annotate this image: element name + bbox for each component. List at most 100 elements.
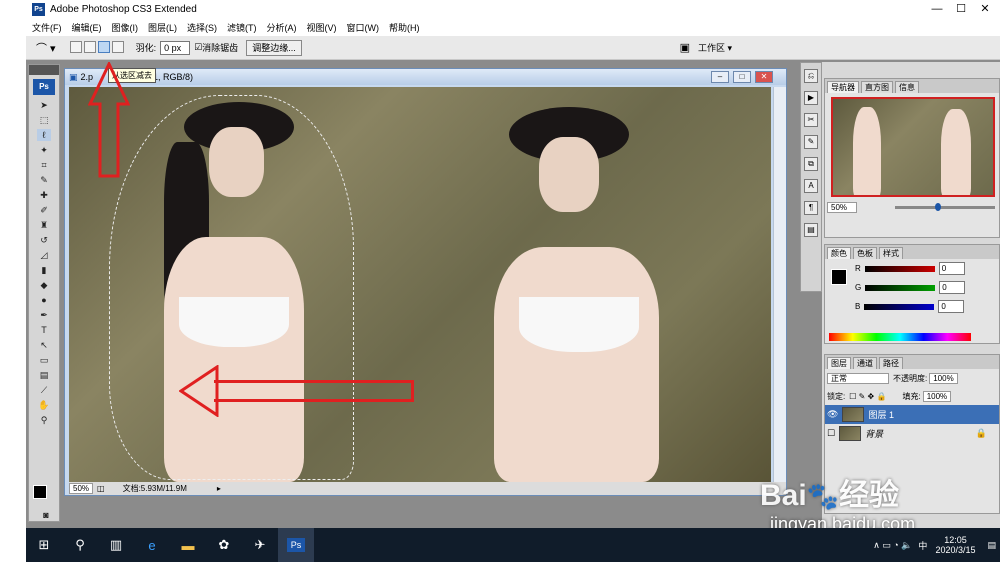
channel-b-input[interactable]: 0 bbox=[938, 300, 965, 313]
subtract-from-selection-button[interactable] bbox=[97, 40, 110, 53]
menu-image[interactable]: 图像(I) bbox=[112, 21, 139, 34]
edge-browser-icon[interactable]: e bbox=[134, 528, 170, 562]
new-selection-button[interactable] bbox=[69, 40, 82, 53]
opacity-input[interactable]: 100% bbox=[929, 372, 958, 384]
navigator-thumbnail[interactable] bbox=[831, 97, 995, 197]
close-button[interactable]: ✕ bbox=[974, 2, 996, 16]
move-tool-icon[interactable]: ➤ bbox=[37, 99, 51, 111]
status-icon[interactable]: ◫ bbox=[97, 484, 105, 493]
marquee-tool-icon[interactable]: ⬚ bbox=[37, 114, 51, 126]
fill-input[interactable]: 100% bbox=[922, 390, 952, 402]
vertical-scrollbar[interactable] bbox=[773, 87, 786, 482]
layer-row-1[interactable]: 👁 图层 1 bbox=[825, 405, 999, 424]
menu-view[interactable]: 视图(V) bbox=[307, 21, 337, 34]
toolbox-header[interactable] bbox=[29, 65, 59, 75]
actions-panel-icon[interactable]: ▶ bbox=[804, 91, 818, 105]
channel-r-slider[interactable] bbox=[864, 265, 935, 272]
file-explorer-icon[interactable]: ▬ bbox=[170, 528, 206, 562]
lasso-tool-preset-icon[interactable]: ⌒ ▾ bbox=[36, 40, 56, 56]
tray-icons[interactable]: ∧ ▭ ◔ 🔈 bbox=[873, 540, 912, 551]
history-brush-icon[interactable]: ↺ bbox=[37, 234, 51, 246]
menu-filter[interactable]: 滤镜(T) bbox=[227, 21, 257, 34]
refine-edge-button[interactable]: 调整边缘... bbox=[246, 39, 302, 56]
channel-r-input[interactable]: 0 bbox=[938, 262, 965, 275]
tab-navigator[interactable]: 导航器 bbox=[827, 81, 859, 93]
history-panel-icon[interactable]: ⎌ bbox=[804, 69, 818, 83]
magic-wand-tool-icon[interactable]: ✦ bbox=[37, 144, 51, 156]
tab-info[interactable]: 信息 bbox=[895, 81, 919, 93]
menu-edit[interactable]: 编辑(E) bbox=[72, 21, 102, 34]
menu-help[interactable]: 帮助(H) bbox=[389, 21, 420, 34]
tab-swatches[interactable]: 色板 bbox=[853, 247, 877, 259]
doc-maximize-button[interactable]: □ bbox=[733, 71, 751, 83]
zoom-field[interactable]: 50% bbox=[69, 483, 94, 494]
image-canvas[interactable] bbox=[69, 87, 771, 482]
menu-analysis[interactable]: 分析(A) bbox=[267, 21, 297, 34]
slice-tool-icon[interactable]: ✎ bbox=[37, 174, 51, 186]
navigator-zoom-field[interactable]: 50% bbox=[827, 202, 857, 213]
clone-source-icon[interactable]: ⧉ bbox=[804, 157, 818, 171]
tab-layers[interactable]: 图层 bbox=[827, 357, 851, 369]
quick-mask-icon[interactable]: ◙ bbox=[39, 509, 53, 521]
maximize-button[interactable]: ☐ bbox=[950, 2, 972, 16]
add-to-selection-button[interactable] bbox=[83, 40, 96, 53]
doc-minimize-button[interactable]: – bbox=[711, 71, 729, 83]
blend-mode-select[interactable]: 正常 bbox=[827, 372, 889, 384]
paragraph-panel-icon[interactable]: ¶ bbox=[804, 201, 818, 215]
antialias-checkbox[interactable]: ☑ bbox=[194, 42, 202, 53]
clock[interactable]: 12:05 2020/3/15 bbox=[935, 535, 975, 555]
ime-indicator[interactable]: 中 bbox=[918, 539, 927, 552]
workspace-menu[interactable]: 工作区 ▾ bbox=[698, 41, 732, 54]
task-view-icon[interactable]: ▥ bbox=[98, 528, 134, 562]
tab-paths[interactable]: 路径 bbox=[879, 357, 903, 369]
tab-histogram[interactable]: 直方图 bbox=[861, 81, 893, 93]
photoshop-taskbar-button[interactable]: Ps bbox=[278, 528, 314, 562]
eraser-tool-icon[interactable]: ◿ bbox=[37, 249, 51, 261]
channel-g-slider[interactable] bbox=[865, 284, 936, 291]
color-fg-swatch[interactable] bbox=[831, 269, 847, 285]
shape-tool-icon[interactable]: ▭ bbox=[37, 354, 51, 366]
navigator-zoom-slider[interactable] bbox=[895, 203, 995, 211]
doc-close-button[interactable]: ✕ bbox=[755, 71, 773, 83]
menu-layer[interactable]: 图层(L) bbox=[148, 21, 177, 34]
status-menu-arrow[interactable]: ▸ bbox=[217, 484, 221, 493]
tab-channels[interactable]: 通道 bbox=[853, 357, 877, 369]
notification-icon[interactable]: ▤ bbox=[987, 540, 996, 551]
tool-presets-icon[interactable]: ✂ bbox=[804, 113, 818, 127]
start-button-icon[interactable]: ⊞ bbox=[26, 528, 62, 562]
layer-row-background[interactable]: ☐ 背景 🔒 bbox=[825, 424, 999, 443]
path-select-icon[interactable]: ↖ bbox=[37, 339, 51, 351]
app-icon-2[interactable]: ✈ bbox=[242, 528, 278, 562]
search-icon[interactable]: ⚲ bbox=[62, 528, 98, 562]
layer-visibility-icon[interactable]: ☐ bbox=[827, 428, 835, 439]
layer-comps-icon[interactable]: ▤ bbox=[804, 223, 818, 237]
clone-stamp-icon[interactable]: ♜ bbox=[37, 219, 51, 231]
eyedropper-tool-icon[interactable]: ⟋ bbox=[37, 384, 51, 396]
notes-tool-icon[interactable]: ▤ bbox=[37, 369, 51, 381]
menu-select[interactable]: 选择(S) bbox=[187, 21, 217, 34]
blur-tool-icon[interactable]: ◆ bbox=[37, 279, 51, 291]
channel-g-input[interactable]: 0 bbox=[939, 281, 966, 294]
app-icon-1[interactable]: ✿ bbox=[206, 528, 242, 562]
intersect-selection-button[interactable] bbox=[111, 40, 124, 53]
lasso-tool-icon[interactable]: ℓ bbox=[37, 129, 51, 141]
gradient-tool-icon[interactable]: ▮ bbox=[37, 264, 51, 276]
character-panel-icon[interactable]: A bbox=[804, 179, 818, 193]
document-title-bar[interactable]: ▣ 2.p 1, RGB/8) bbox=[65, 69, 786, 85]
minimize-button[interactable]: — bbox=[926, 2, 948, 16]
menu-window[interactable]: 窗口(W) bbox=[347, 21, 380, 34]
tab-styles[interactable]: 样式 bbox=[879, 247, 903, 259]
channel-b-slider[interactable] bbox=[864, 303, 935, 310]
layer-visibility-icon[interactable]: 👁 bbox=[827, 409, 838, 420]
tab-color[interactable]: 颜色 bbox=[827, 247, 851, 259]
menu-file[interactable]: 文件(F) bbox=[32, 21, 62, 34]
brushes-panel-icon[interactable]: ✎ bbox=[804, 135, 818, 149]
lock-icons[interactable]: ☐ ✎ ✥ 🔒 bbox=[849, 392, 886, 401]
pen-tool-icon[interactable]: ✒ bbox=[37, 309, 51, 321]
crop-tool-icon[interactable]: ⌗ bbox=[37, 159, 51, 171]
foreground-color-swatch[interactable] bbox=[33, 485, 47, 499]
color-spectrum-bar[interactable] bbox=[829, 333, 971, 341]
type-tool-icon[interactable]: T bbox=[37, 324, 51, 336]
healing-brush-icon[interactable]: ✚ bbox=[37, 189, 51, 201]
feather-input[interactable]: 0 px bbox=[160, 40, 191, 55]
